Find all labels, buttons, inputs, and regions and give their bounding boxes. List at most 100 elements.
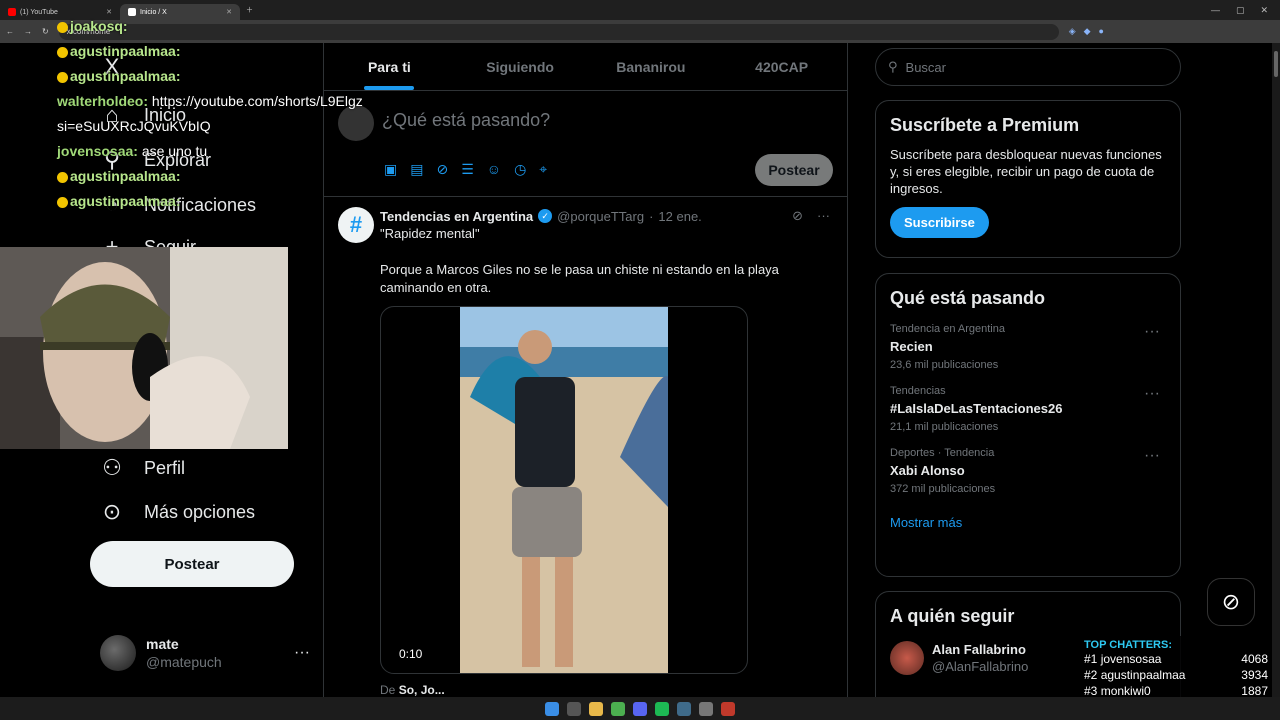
schedule-icon[interactable]: ◷ bbox=[514, 161, 526, 178]
chat-line: agustinpaalmaa: bbox=[57, 164, 377, 189]
premium-card: Suscríbete a Premium Suscríbete para des… bbox=[875, 100, 1181, 258]
grok-icon[interactable]: ⊘ bbox=[792, 208, 803, 224]
account-handle: @matepuch bbox=[146, 654, 222, 670]
forward-icon[interactable]: → bbox=[24, 27, 32, 36]
back-icon[interactable]: ← bbox=[6, 27, 14, 36]
badge-icon bbox=[57, 46, 68, 58]
trend-item[interactable]: Tendencias #LaIslaDeLasTentaciones26 21,… bbox=[890, 385, 1166, 433]
chat-line: jovensosaa: ase uno tu bbox=[57, 139, 377, 164]
verified-icon: ✓ bbox=[538, 209, 553, 223]
chatter-row: #1 jovensosaa 4068 bbox=[1084, 651, 1268, 667]
grok-fab[interactable]: ⊘ bbox=[1207, 578, 1255, 626]
youtube-icon bbox=[8, 8, 16, 16]
tab-420cap[interactable]: 420CAP bbox=[716, 43, 847, 90]
tweet-actions: ⊘ ··· bbox=[792, 208, 830, 224]
location-icon[interactable]: ⌖ bbox=[539, 161, 547, 178]
badge-icon bbox=[57, 196, 68, 208]
chat-line: agustinpaalmaa: bbox=[57, 64, 377, 89]
tab-bananirou[interactable]: Bananirou bbox=[586, 43, 717, 90]
taskbar-app-icon[interactable] bbox=[699, 701, 713, 716]
compose-post-button[interactable]: Postear bbox=[755, 154, 833, 186]
taskbar-app-icon[interactable] bbox=[721, 701, 735, 716]
tweet-date[interactable]: 12 ene. bbox=[658, 209, 701, 224]
account-switcher[interactable]: mate @matepuch ··· bbox=[100, 635, 310, 671]
more-dots-icon[interactable]: ··· bbox=[1144, 385, 1160, 403]
account-name: mate bbox=[146, 636, 179, 652]
tab-siguiendo[interactable]: Siguiendo bbox=[455, 43, 586, 90]
chrome-icon[interactable] bbox=[611, 701, 625, 716]
tweet[interactable]: # Tendencias en Argentina ✓ @porqueTTarg… bbox=[324, 198, 847, 720]
follow-names: Alan Fallabrino @AlanFallabrino bbox=[932, 642, 1028, 674]
close-window-icon[interactable]: ✕ bbox=[1260, 5, 1268, 16]
timeline: Para ti Siguiendo Bananirou 420CAP ¿Qué … bbox=[323, 43, 848, 720]
nav-item-more[interactable]: ⊙ Más opciones bbox=[100, 499, 255, 524]
taskbar-app-icon[interactable] bbox=[567, 701, 581, 716]
trend-item[interactable]: Deportes · Tendencia Xabi Alonso 372 mil… bbox=[890, 447, 1166, 495]
chat-user: walterholdeo: bbox=[57, 93, 149, 109]
more-dots-icon[interactable]: ··· bbox=[1144, 447, 1160, 465]
premium-text: Suscríbete para desbloquear nuevas funci… bbox=[890, 147, 1162, 196]
extension-icon[interactable]: ◈ bbox=[1069, 26, 1076, 37]
grok-icon[interactable]: ⊘ bbox=[436, 161, 448, 178]
more-dots-icon[interactable]: ··· bbox=[1144, 323, 1160, 341]
steam-icon[interactable] bbox=[677, 701, 691, 716]
reload-icon[interactable]: ↻ bbox=[42, 27, 49, 36]
premium-title: Suscríbete a Premium bbox=[890, 115, 1080, 135]
image-icon[interactable]: ▣ bbox=[384, 161, 397, 178]
beach-scene bbox=[460, 307, 668, 673]
trend-name: Recien bbox=[890, 339, 933, 354]
more-circle-icon: ⊙ bbox=[102, 499, 122, 524]
extensions-bar: ◈ ◆ ● bbox=[1069, 26, 1104, 37]
account-names: mate @matepuch bbox=[146, 636, 222, 670]
chat-line: agustinpaalmaa: bbox=[57, 39, 377, 64]
scrollbar-thumb[interactable] bbox=[1274, 51, 1278, 77]
chat-message: ase uno tu bbox=[137, 143, 208, 159]
nav-item-profile[interactable]: ⚇ Perfil bbox=[100, 455, 185, 480]
chatter-rank: #1 bbox=[1084, 652, 1098, 666]
more-dots-icon[interactable]: ··· bbox=[817, 208, 830, 224]
compose-input[interactable]: ¿Qué está pasando? bbox=[382, 110, 550, 131]
timeline-tabs: Para ti Siguiendo Bananirou 420CAP bbox=[324, 43, 847, 91]
trend-count: 23,6 mil publicaciones bbox=[890, 359, 999, 371]
follow-title: A quién seguir bbox=[890, 606, 1015, 626]
poll-icon[interactable]: ☰ bbox=[461, 161, 474, 178]
trend-count: 21,1 mil publicaciones bbox=[890, 421, 999, 433]
scrollbar[interactable] bbox=[1272, 43, 1280, 697]
chatter-name: jovensosaa bbox=[1100, 652, 1162, 666]
windows-start-icon[interactable] bbox=[545, 701, 559, 716]
extension-icon[interactable]: ◆ bbox=[1084, 26, 1091, 37]
video-time: 0:10 bbox=[399, 647, 423, 661]
spotify-icon[interactable] bbox=[655, 701, 669, 716]
user-icon: ⚇ bbox=[102, 455, 122, 480]
tweet-source: De So, Jo... bbox=[380, 683, 445, 697]
emoji-icon[interactable]: ☺ bbox=[487, 161, 501, 178]
gif-icon[interactable]: ▤ bbox=[410, 161, 423, 178]
chatter-value: 3934 bbox=[1241, 668, 1268, 682]
via-prefix: De bbox=[380, 683, 396, 697]
search-input[interactable]: ⚲ Buscar bbox=[875, 48, 1181, 86]
webcam-frame bbox=[0, 247, 288, 449]
composer: ¿Qué está pasando? ▣ ▤ ⊘ ☰ ☺ ◷ ⌖ Postear bbox=[324, 91, 847, 197]
tweet-video[interactable]: 0:10 bbox=[380, 306, 748, 674]
trend-name: Xabi Alonso bbox=[890, 463, 965, 478]
chatter-name: agustinpaalmaa bbox=[1100, 668, 1186, 682]
via-name[interactable]: So, Jo... bbox=[399, 683, 445, 697]
discord-icon[interactable] bbox=[633, 701, 647, 716]
trend-item[interactable]: Tendencia en Argentina Recien 23,6 mil p… bbox=[890, 323, 1166, 371]
top-chatters-title: TOP CHATTERS: bbox=[1084, 639, 1173, 651]
taskbar-app-icon[interactable] bbox=[589, 701, 603, 716]
maximize-icon[interactable]: ▢ bbox=[1236, 5, 1245, 16]
show-more-link[interactable]: Mostrar más bbox=[890, 515, 1166, 530]
trend-context: Deportes · Tendencia bbox=[890, 447, 995, 459]
tweet-handle[interactable]: @porqueTTarg bbox=[557, 209, 644, 224]
subscribe-button[interactable]: Suscribirse bbox=[890, 207, 989, 238]
minimize-icon[interactable]: — bbox=[1211, 5, 1220, 16]
tweet-text-line1: "Rapidez mental" bbox=[380, 226, 480, 241]
tweet-author[interactable]: Tendencias en Argentina bbox=[380, 209, 533, 224]
more-dots-icon[interactable]: ··· bbox=[294, 644, 310, 662]
extension-icon[interactable]: ● bbox=[1099, 26, 1104, 37]
post-button[interactable]: Postear bbox=[90, 541, 294, 587]
badge-icon bbox=[57, 71, 68, 83]
windows-taskbar bbox=[0, 697, 1280, 720]
search-placeholder: Buscar bbox=[905, 59, 946, 75]
